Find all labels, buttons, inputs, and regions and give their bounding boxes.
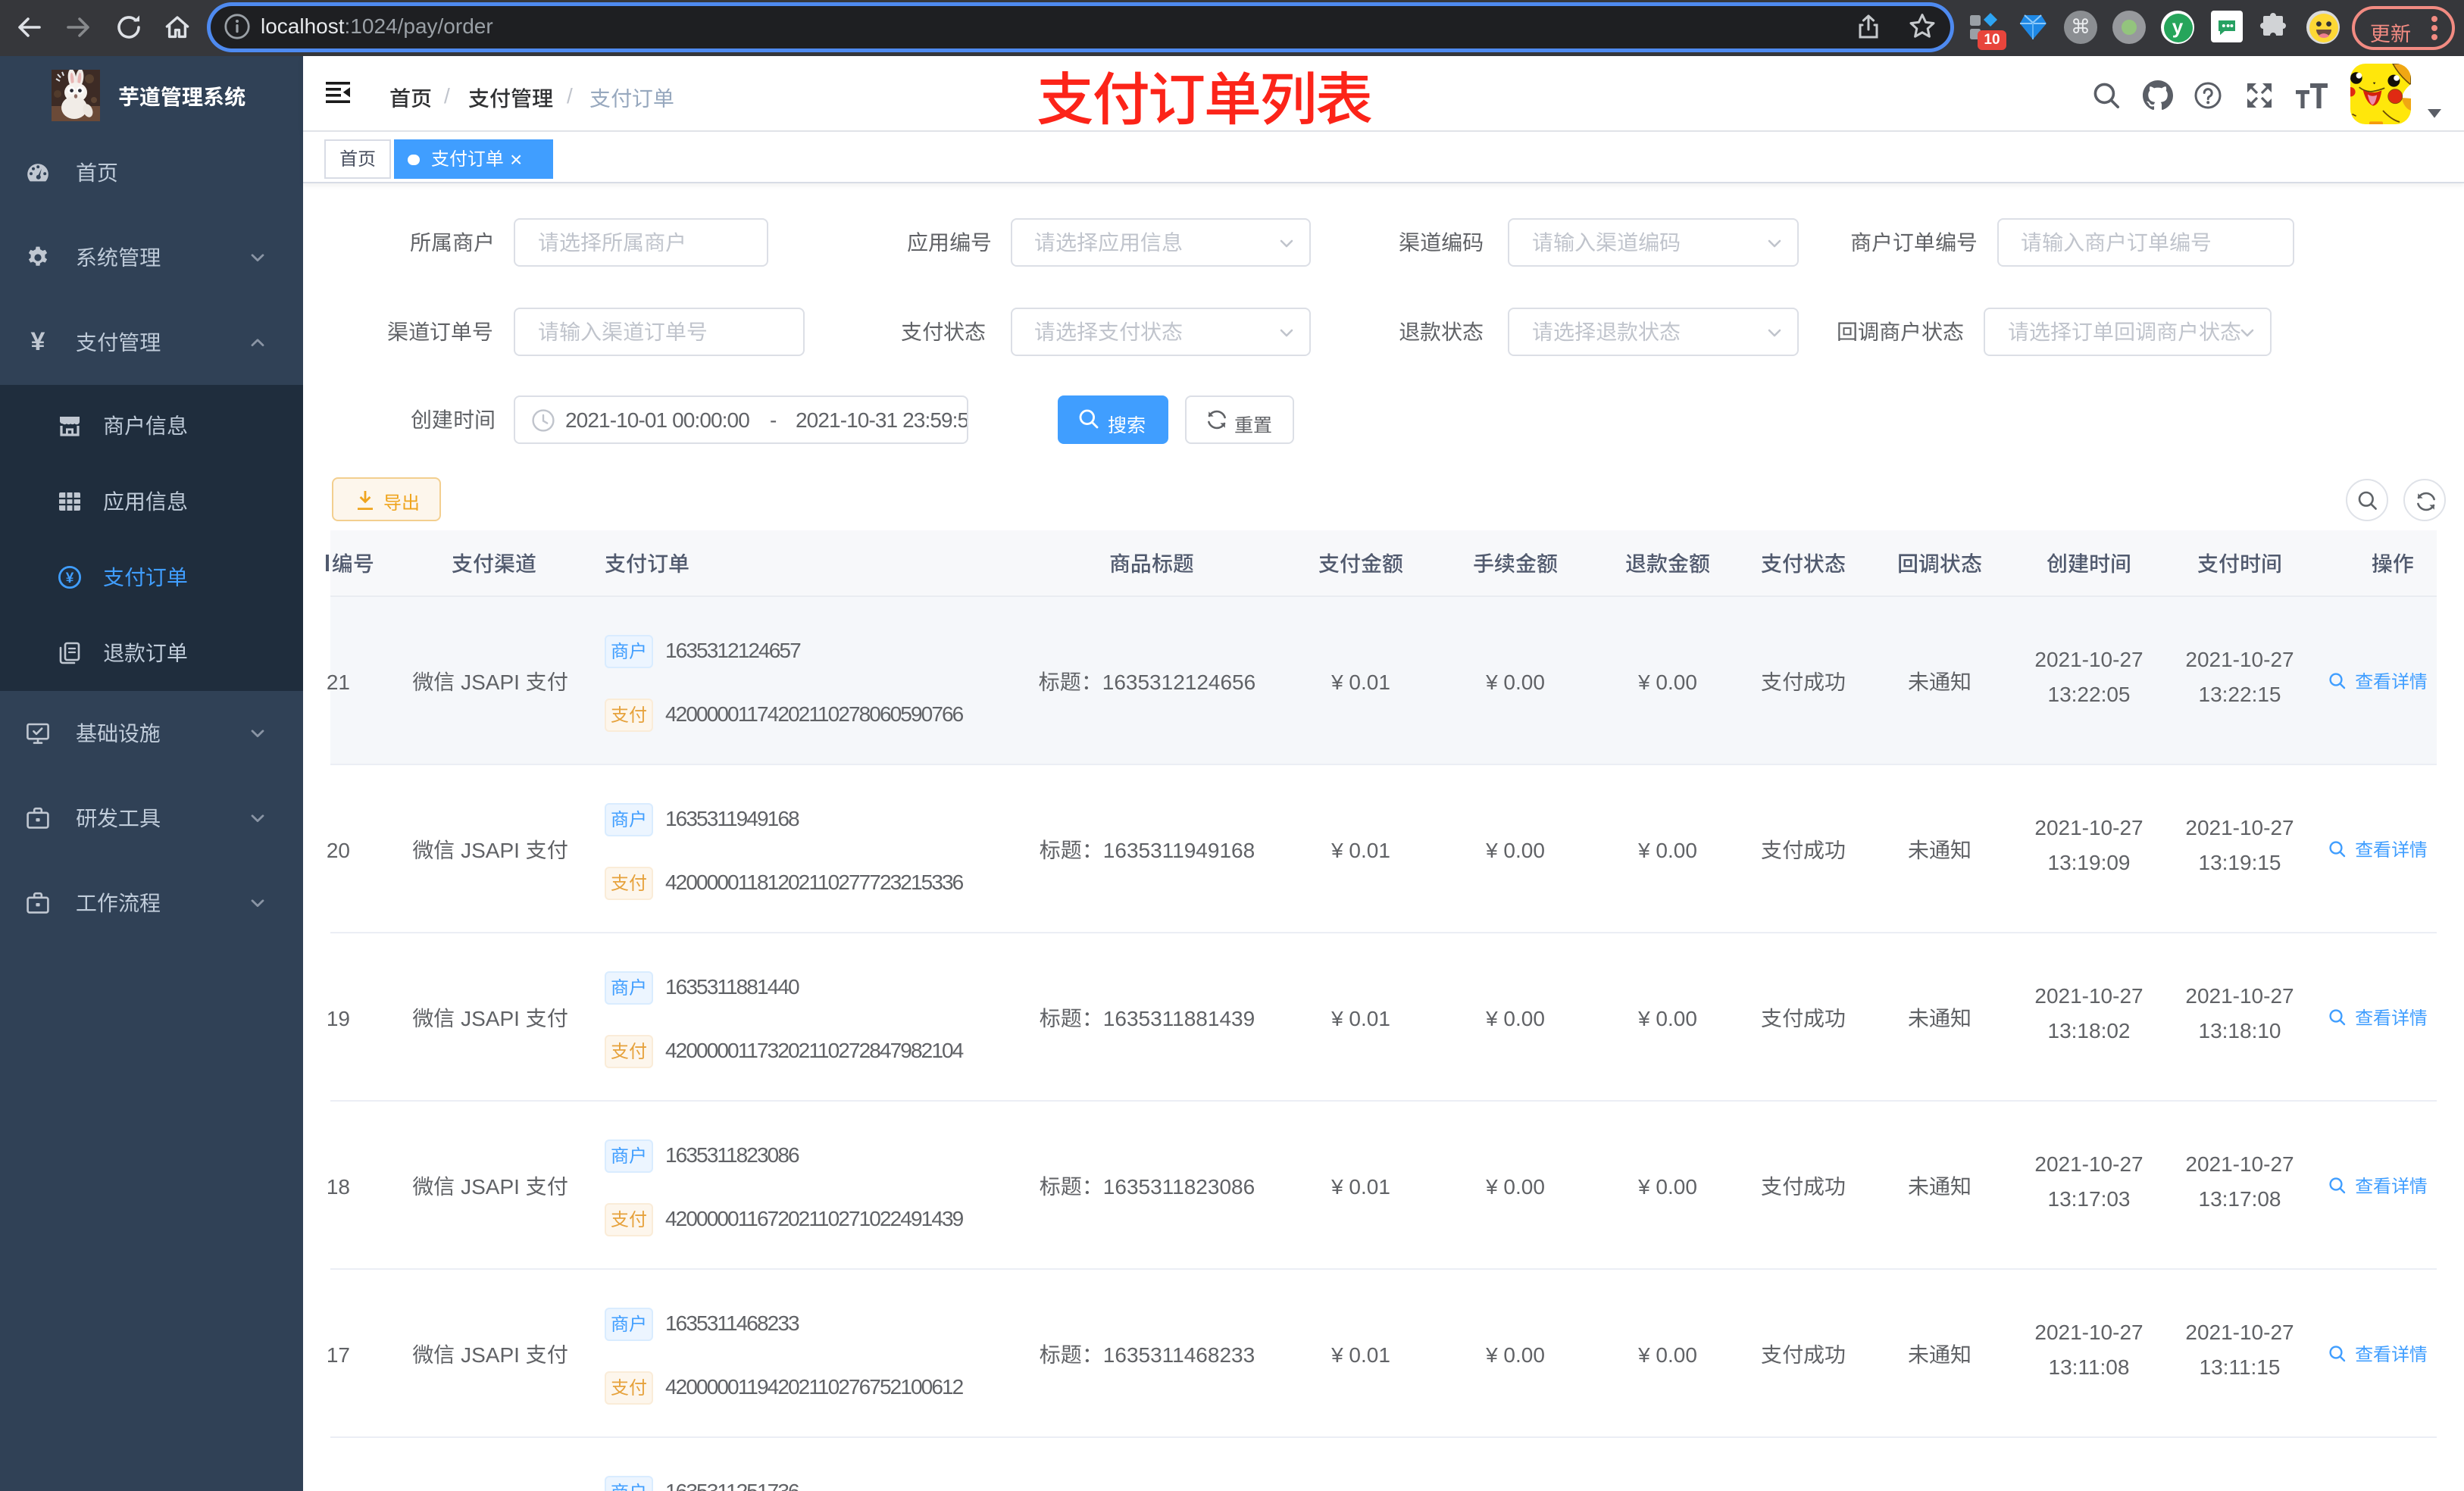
svg-text:¥: ¥ xyxy=(66,570,74,586)
